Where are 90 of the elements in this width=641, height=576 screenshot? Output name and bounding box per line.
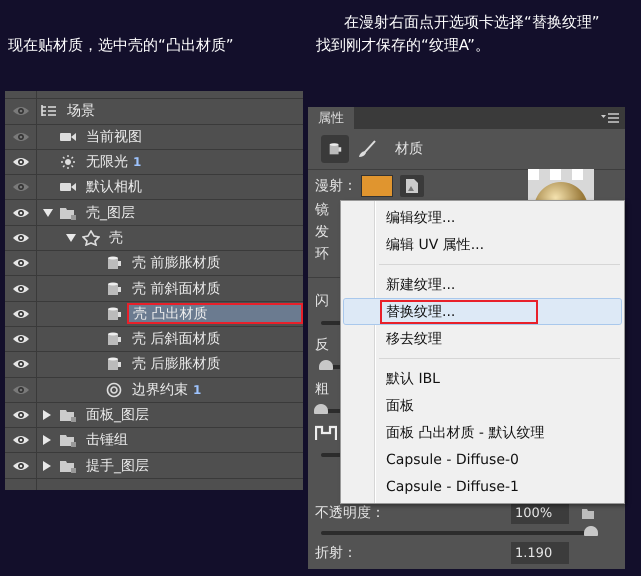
file-icon bbox=[405, 178, 419, 194]
caption: 现在贴材质，选中壳的“凸出材质” bbox=[8, 36, 235, 56]
layer-item[interactable]: 边界约束 1 bbox=[127, 379, 206, 400]
layer-item[interactable]: 壳 凸出材质 bbox=[127, 303, 303, 324]
sphere-preview bbox=[528, 169, 594, 203]
menu-item[interactable]: Capsule - Diffuse-1 bbox=[343, 473, 622, 500]
field-label: 环 bbox=[315, 245, 329, 263]
menu-item-label: 面板 bbox=[385, 396, 415, 416]
menu-item-label: 编辑 UV 属性... bbox=[385, 236, 486, 254]
panel-tab[interactable]: 属性 bbox=[308, 107, 354, 129]
folder-icon bbox=[59, 407, 77, 423]
slider-thumb[interactable] bbox=[584, 526, 598, 536]
layer-item[interactable]: 壳 后膨胀材质 bbox=[127, 354, 226, 375]
eye-icon[interactable] bbox=[12, 358, 30, 370]
layer-item[interactable]: 无限光 1 bbox=[81, 152, 146, 173]
collapsed-triangle-icon[interactable] bbox=[43, 460, 51, 471]
color-swatch[interactable] bbox=[361, 175, 393, 197]
layer-item[interactable]: 壳 前斜面材质 bbox=[127, 278, 226, 300]
menu-item[interactable]: Capsule - Diffuse-0 bbox=[343, 446, 622, 473]
eye-icon[interactable] bbox=[12, 409, 30, 421]
collapsed-triangle-icon[interactable] bbox=[43, 410, 51, 420]
texture-button[interactable] bbox=[400, 175, 424, 197]
eye-icon[interactable] bbox=[12, 333, 30, 346]
opacity-field[interactable]: 100% bbox=[511, 502, 569, 524]
bump-icon bbox=[315, 425, 337, 441]
material-icon bbox=[105, 280, 123, 297]
eye-icon[interactable] bbox=[12, 232, 30, 244]
layer-item[interactable]: 壳 前膨胀材质 bbox=[127, 252, 226, 274]
layer-item[interactable]: 当前视图 bbox=[81, 126, 147, 148]
layer-item[interactable]: 壳 后斜面材质 bbox=[127, 328, 226, 350]
section-title: 材质 bbox=[395, 140, 423, 158]
eye-icon[interactable] bbox=[12, 308, 30, 320]
field-label: 不透明度： bbox=[315, 504, 385, 522]
menu-item-label: 移去纹理 bbox=[385, 330, 443, 348]
eye-icon[interactable] bbox=[12, 282, 30, 295]
material-icon bbox=[105, 306, 123, 322]
eye-icon[interactable] bbox=[12, 257, 30, 270]
menu-item[interactable]: 编辑 UV 属性... bbox=[343, 231, 622, 258]
layer-item[interactable]: 击锤组 bbox=[81, 430, 133, 451]
menu-item[interactable]: 面板 凸出材质 - 默认纹理 bbox=[343, 419, 622, 446]
refraction-field[interactable]: 1.190 bbox=[511, 542, 569, 564]
menu-item-label: 默认 IBL bbox=[385, 370, 441, 388]
menu-item[interactable]: 默认 IBL bbox=[343, 365, 622, 392]
layer-item[interactable]: 面板_图层 bbox=[81, 404, 154, 426]
expanded-triangle-icon[interactable] bbox=[66, 234, 76, 242]
menu-item-label: Capsule - Diffuse-1 bbox=[385, 478, 520, 496]
ring-icon bbox=[105, 382, 123, 398]
eye-icon[interactable] bbox=[12, 434, 30, 446]
menu-item-label: 新建纹理... bbox=[385, 276, 456, 294]
layer-item[interactable]: 壳_图层 bbox=[81, 202, 140, 224]
field-label: 镜 bbox=[315, 201, 329, 219]
eye-icon[interactable] bbox=[12, 156, 30, 168]
caption: 在漫射右面点开选项卡选择“替换纹理” bbox=[344, 13, 600, 32]
eye-icon[interactable] bbox=[12, 460, 30, 472]
field-label: 粗 bbox=[315, 380, 329, 398]
folder-icon[interactable] bbox=[581, 506, 595, 520]
material-icon bbox=[327, 141, 343, 157]
menu-item-label: 面板 凸出材质 - 默认纹理 bbox=[385, 424, 546, 442]
material-tool-button[interactable] bbox=[321, 135, 349, 163]
brush-icon[interactable] bbox=[357, 140, 377, 158]
field-label: 反 bbox=[315, 336, 329, 354]
menu-item-label: 替换纹理... bbox=[380, 300, 538, 324]
field-label: 折射： bbox=[315, 544, 357, 562]
menu-item[interactable]: 编辑纹理... bbox=[343, 204, 622, 231]
menu-item[interactable]: 移去纹理 bbox=[343, 325, 622, 352]
menu-item[interactable]: 替换纹理... bbox=[343, 298, 622, 325]
layer-item[interactable]: 场景 bbox=[62, 100, 100, 122]
menu-icon[interactable] bbox=[601, 113, 619, 123]
collapsed-triangle-icon[interactable] bbox=[43, 435, 51, 446]
layer-item[interactable]: 提手_图层 bbox=[81, 455, 154, 476]
field-label: 闪 bbox=[315, 292, 329, 310]
menu-item-label: Capsule - Diffuse-0 bbox=[385, 450, 520, 470]
layer-item[interactable]: 默认相机 bbox=[81, 176, 147, 198]
menu-item-label: 编辑纹理... bbox=[385, 208, 456, 228]
caption: 找到刚才保存的“纹理A”。 bbox=[316, 36, 491, 55]
material-icon bbox=[105, 331, 123, 348]
layer-item[interactable]: 壳 bbox=[104, 227, 128, 248]
slider-thumb[interactable] bbox=[318, 360, 333, 370]
expanded-triangle-icon[interactable] bbox=[43, 208, 53, 217]
material-icon bbox=[105, 356, 123, 372]
eye-icon[interactable] bbox=[12, 206, 30, 219]
field-label: 漫射： bbox=[315, 177, 357, 195]
field-label: 发 bbox=[315, 223, 329, 241]
folder-icon bbox=[59, 432, 77, 448]
slider-thumb[interactable] bbox=[314, 404, 328, 414]
sun-icon bbox=[59, 154, 77, 170]
menu-item[interactable]: 面板 bbox=[343, 392, 622, 419]
mesh-icon bbox=[82, 230, 100, 246]
material-icon bbox=[105, 255, 123, 272]
menu-item[interactable]: 新建纹理... bbox=[343, 271, 622, 298]
